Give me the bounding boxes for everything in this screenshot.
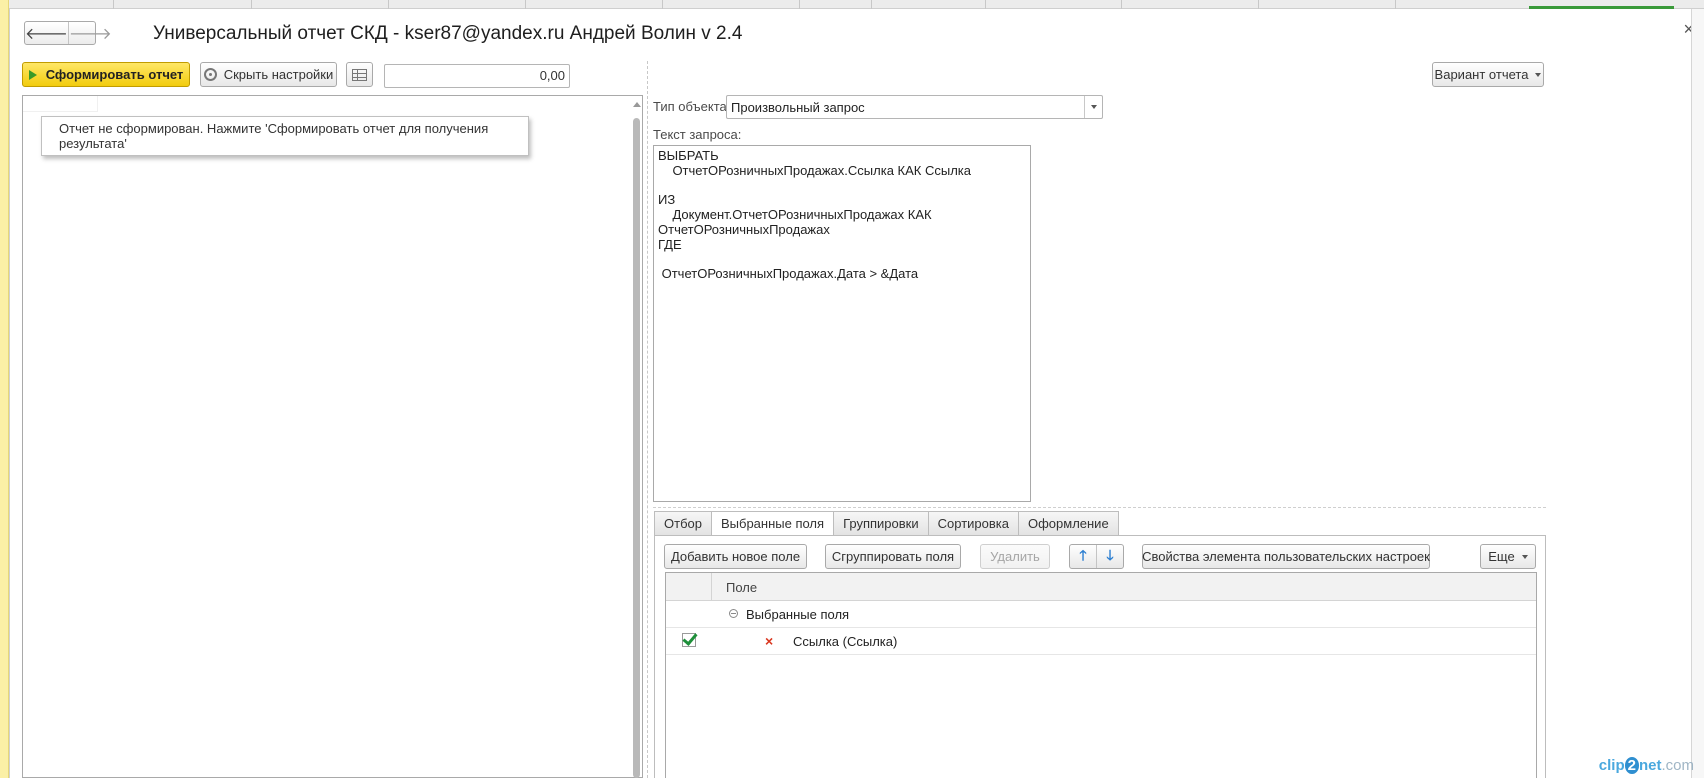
- settings-gear-icon: [203, 68, 217, 81]
- app-root: 🡐 🡒 Универсальный отчет СКД - kser87@yan…: [0, 0, 1704, 778]
- amount-field[interactable]: 0,00: [384, 64, 570, 88]
- arrow-right-icon: 🡒: [68, 25, 112, 43]
- selected-fields-table: Поле Выбранные поля × Ссылка (Ссылка): [665, 572, 1537, 778]
- watermark-part: net: [1638, 757, 1662, 774]
- report-message-text: Отчет не сформирован. Нажмите 'Сформиров…: [59, 121, 489, 151]
- top-strip-divider: [1395, 0, 1396, 9]
- dropdown-button[interactable]: [1084, 96, 1102, 118]
- report-output-area: Отчет не сформирован. Нажмите 'Сформиров…: [22, 95, 643, 778]
- top-strip-divider: [113, 0, 114, 9]
- top-strip-divider: [662, 0, 663, 9]
- top-strip-divider: [985, 0, 986, 9]
- object-type-value: Произвольный запрос: [731, 100, 865, 115]
- delete-button[interactable]: Удалить: [980, 544, 1050, 569]
- settings-tabs: Отбор Выбранные поля Группировки Сортиро…: [654, 511, 1119, 536]
- watermark-part: .com: [1661, 757, 1694, 774]
- delete-mark-icon: ×: [765, 633, 774, 649]
- top-strip-divider: [871, 0, 872, 9]
- report-grid-corner: [23, 96, 98, 112]
- move-down-button[interactable]: 🡓: [1096, 545, 1123, 568]
- table-row[interactable]: × Ссылка (Ссылка): [666, 628, 1536, 655]
- back-button[interactable]: 🡐: [25, 22, 68, 44]
- query-text-label: Текст запроса:: [653, 127, 742, 142]
- arrow-left-icon: 🡐: [25, 25, 68, 43]
- play-icon: [28, 69, 37, 80]
- table-row-group[interactable]: Выбранные поля: [666, 601, 1536, 628]
- report-variant-label: Вариант отчета: [1434, 67, 1529, 82]
- generate-report-label: Сформировать отчет: [45, 67, 184, 82]
- generate-report-button[interactable]: Сформировать отчет: [22, 62, 190, 87]
- chevron-down-icon: [1090, 105, 1097, 109]
- tab-groupings[interactable]: Группировки: [834, 511, 929, 536]
- panel-splitter[interactable]: [647, 61, 648, 778]
- watermark-part: clip: [1598, 757, 1625, 774]
- move-buttons-group: 🡑 🡓: [1069, 544, 1124, 569]
- group-row-label: Выбранные поля: [746, 607, 850, 622]
- object-type-select[interactable]: Произвольный запрос: [726, 95, 1103, 119]
- tab-sorting[interactable]: Сортировка: [928, 511, 1019, 536]
- chevron-down-icon: [1535, 72, 1542, 77]
- field-row-label: Ссылка (Ссылка): [793, 634, 898, 649]
- user-settings-properties-button[interactable]: Свойства элемента пользовательских настр…: [1142, 544, 1430, 569]
- scroll-up-icon[interactable]: [633, 102, 641, 107]
- move-up-button[interactable]: 🡑: [1070, 545, 1096, 568]
- tab-selected-fields[interactable]: Выбранные поля: [711, 511, 835, 536]
- clip2net-watermark: clip 2 net.com: [1599, 757, 1694, 774]
- top-tab-strip: [9, 0, 1704, 9]
- tab-formatting[interactable]: Оформление: [1018, 511, 1119, 536]
- arrow-down-icon: 🡓: [1106, 546, 1114, 563]
- collapse-icon[interactable]: [729, 609, 738, 618]
- top-strip-divider: [525, 0, 526, 9]
- table-icon: [352, 68, 367, 81]
- window-title: Универсальный отчет СКД - kser87@yandex.…: [153, 23, 743, 44]
- table-view-button[interactable]: [346, 62, 373, 87]
- more-button[interactable]: Еще: [1480, 544, 1536, 569]
- top-strip-divider: [1258, 0, 1259, 9]
- hide-settings-button[interactable]: Скрыть настройки: [200, 62, 337, 87]
- arrow-up-icon: 🡑: [1079, 546, 1087, 563]
- horizontal-splitter[interactable]: [653, 507, 1546, 508]
- report-not-generated-message: Отчет не сформирован. Нажмите 'Сформиров…: [41, 116, 529, 156]
- forward-button[interactable]: 🡒: [67, 22, 112, 44]
- table-header: Поле: [666, 573, 1536, 601]
- top-strip-divider: [1121, 0, 1122, 9]
- object-type-label: Тип объекта:: [653, 99, 731, 114]
- watermark-part: 2: [1624, 757, 1639, 774]
- group-fields-button[interactable]: Сгруппировать поля: [825, 544, 961, 569]
- report-scrollbar[interactable]: [632, 96, 642, 778]
- tab-filter[interactable]: Отбор: [654, 511, 712, 536]
- window-scrollbar[interactable]: [1691, 9, 1704, 778]
- more-label: Еще: [1488, 549, 1515, 564]
- chevron-down-icon: [1521, 554, 1528, 559]
- navigation-group: 🡐 🡒: [24, 21, 112, 45]
- top-strip-divider: [799, 0, 800, 9]
- top-strip-divider: [388, 0, 389, 9]
- hide-settings-label: Скрыть настройки: [223, 67, 334, 82]
- add-new-field-button[interactable]: Добавить новое поле: [664, 544, 807, 569]
- report-window: 🡐 🡒 Универсальный отчет СКД - kser87@yan…: [9, 9, 1704, 778]
- field-enabled-checkbox[interactable]: [682, 633, 696, 647]
- check-column-header: [666, 573, 712, 601]
- field-column-header: Поле: [726, 580, 758, 595]
- left-panel-strip: [0, 0, 9, 778]
- scrollbar-thumb[interactable]: [633, 118, 640, 778]
- report-variant-button[interactable]: Вариант отчета: [1432, 62, 1544, 87]
- top-strip-divider: [251, 0, 252, 9]
- query-text-editor[interactable]: ВЫБРАТЬ ОтчетОРозничныхПродажах.Ссылка К…: [653, 145, 1031, 502]
